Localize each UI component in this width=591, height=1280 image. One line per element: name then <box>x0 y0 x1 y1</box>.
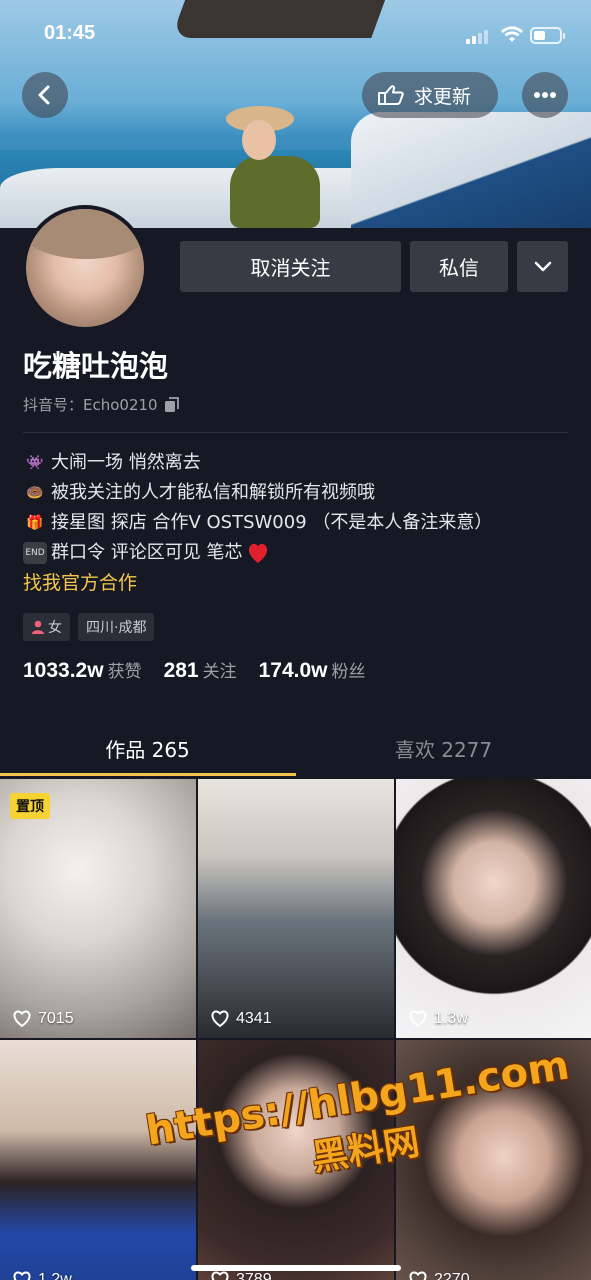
donut-icon: 🍩 <box>26 485 44 501</box>
bio-line: 🍩 被我关注的人才能私信和解锁所有视频哦 <box>23 478 583 508</box>
following-label: 关注 <box>202 662 237 682</box>
douyin-id: 抖音号：Echo0210 <box>23 394 180 415</box>
gender-tag: 女 <box>23 613 70 641</box>
back-button[interactable] <box>22 72 68 118</box>
content-tabs: 作品 265 喜欢 2277 <box>0 728 591 776</box>
video-thumbnail[interactable]: 1.2w <box>0 1040 196 1280</box>
pinned-badge: 置顶 <box>10 793 50 819</box>
douyin-id-value: Echo0210 <box>83 396 158 414</box>
video-thumbnail[interactable]: 置顶 7015 <box>0 779 196 1038</box>
unfollow-button[interactable]: 取消关注 <box>180 241 401 292</box>
status-time: 01:45 <box>44 22 96 44</box>
copy-icon[interactable] <box>164 396 180 413</box>
chevron-left-icon <box>38 85 50 105</box>
request-update-button[interactable]: 求更新 <box>362 72 498 118</box>
status-bar: 01:45 <box>0 22 591 50</box>
battery-icon <box>530 27 565 44</box>
video-like-value: 4341 <box>236 1010 272 1027</box>
profile-stats: 1033.2w 获赞 281 关注 174.0w 粉丝 <box>23 657 366 683</box>
recommend-dropdown-button[interactable] <box>517 241 568 292</box>
heart-outline-icon <box>409 1271 427 1280</box>
banner-person <box>200 106 350 228</box>
bio: 👾 大闹一场 悄然离去 🍩 被我关注的人才能私信和解锁所有视频哦 🎁 接星图 探… <box>23 448 583 568</box>
heart-emoji-icon <box>249 543 268 563</box>
official-cooperation-link[interactable]: 找我官方合作 <box>23 568 137 595</box>
bio-line-text: 接星图 探店 合作V OSTSW009 （不是本人备注来意） <box>51 512 493 533</box>
pointing-hand-icon <box>378 85 404 105</box>
douyin-id-label: 抖音号： <box>23 396 84 414</box>
video-thumbnail[interactable]: 2270 <box>396 1040 591 1280</box>
message-button[interactable]: 私信 <box>410 241 508 292</box>
following-count: 281 <box>163 659 199 682</box>
bio-line-text: 大闹一场 悄然离去 <box>51 452 201 473</box>
heart-outline-icon <box>409 1010 427 1028</box>
bio-line-text: 群口令 评论区可见 笔芯 <box>51 542 243 563</box>
more-dots-icon <box>534 92 556 98</box>
video-thumbnail[interactable]: 3789 <box>198 1040 394 1280</box>
heart-outline-icon <box>13 1271 31 1280</box>
heart-outline-icon <box>211 1271 229 1280</box>
video-like-count: 2270 <box>408 1271 470 1280</box>
gift-icon: 🎁 <box>26 515 44 531</box>
heart-outline-icon <box>13 1010 31 1028</box>
following-stat[interactable]: 281 关注 <box>164 657 237 683</box>
followers-label: 粉丝 <box>331 662 366 682</box>
gender-label: 女 <box>48 620 62 636</box>
nickname: 吃糖吐泡泡 <box>23 349 169 383</box>
tab-indicator <box>0 773 296 776</box>
bio-line: 👾 大闹一场 悄然离去 <box>23 448 583 478</box>
video-like-value: 3789 <box>236 1271 272 1280</box>
video-like-value: 1.3w <box>434 1010 468 1027</box>
banner-deck <box>351 112 591 228</box>
video-thumbnail[interactable]: 4341 <box>198 779 394 1038</box>
message-label: 私信 <box>439 256 479 280</box>
video-grid: 置顶 7015 4341 1.3w 1.2w 3789 2270 <box>0 779 591 1280</box>
wifi-icon <box>500 26 524 48</box>
video-like-value: 1.2w <box>38 1271 72 1280</box>
location-tag: 四川·成都 <box>78 613 155 641</box>
divider <box>23 432 568 433</box>
home-indicator[interactable] <box>191 1265 401 1271</box>
followers-count: 174.0w <box>258 659 328 682</box>
more-options-button[interactable] <box>522 72 568 118</box>
tab-liked[interactable]: 喜欢 2277 <box>296 734 591 763</box>
bio-line-text: 被我关注的人才能私信和解锁所有视频哦 <box>51 482 375 503</box>
avatar[interactable] <box>22 205 148 331</box>
likes-stat[interactable]: 1033.2w 获赞 <box>23 657 142 683</box>
request-update-label: 求更新 <box>414 85 472 108</box>
end-arrow-icon: END <box>23 542 47 564</box>
location-label: 四川·成都 <box>86 620 147 636</box>
video-like-count: 1.2w <box>12 1271 72 1280</box>
video-like-value: 2270 <box>434 1271 470 1280</box>
cellular-signal-icon <box>466 28 492 44</box>
alien-monster-icon: 👾 <box>26 455 44 471</box>
chevron-down-icon <box>534 261 551 271</box>
likes-label: 获赞 <box>107 662 142 682</box>
video-like-count: 1.3w <box>408 1010 468 1028</box>
likes-count: 1033.2w <box>23 659 104 682</box>
video-like-count: 4341 <box>210 1010 272 1028</box>
video-like-value: 7015 <box>38 1010 74 1027</box>
heart-outline-icon <box>211 1010 229 1028</box>
female-user-icon <box>32 620 44 634</box>
tab-works[interactable]: 作品 265 <box>0 734 295 763</box>
video-thumbnail[interactable]: 1.3w <box>396 779 591 1038</box>
unfollow-label: 取消关注 <box>250 256 331 280</box>
profile-tags: 女 四川·成都 <box>23 613 155 641</box>
video-like-count: 3789 <box>210 1271 272 1280</box>
bio-line: 🎁 接星图 探店 合作V OSTSW009 （不是本人备注来意） <box>23 508 583 538</box>
bio-line: END 群口令 评论区可见 笔芯 <box>23 538 583 568</box>
video-like-count: 7015 <box>12 1010 74 1028</box>
followers-stat[interactable]: 174.0w 粉丝 <box>259 657 366 683</box>
